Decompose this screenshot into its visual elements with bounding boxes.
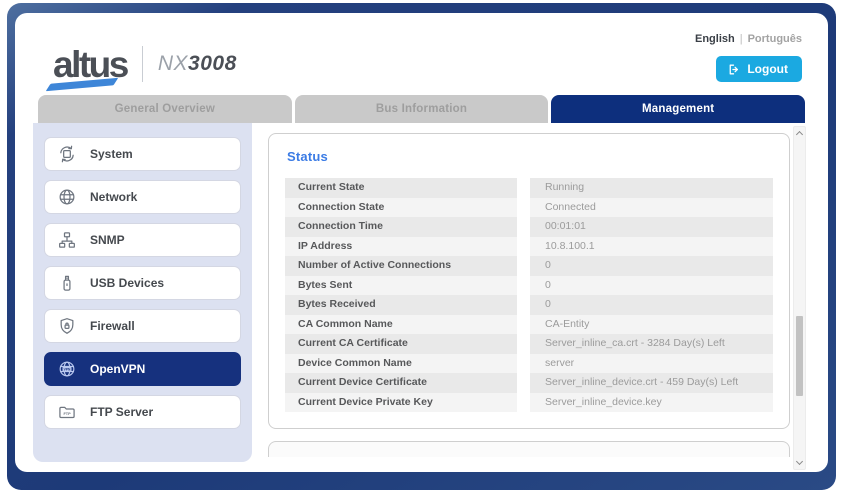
chip-refresh-icon xyxy=(57,144,77,164)
status-table: Current State Running Connection State C… xyxy=(285,178,773,412)
logout-icon xyxy=(727,63,740,76)
status-row-value: 0 xyxy=(530,276,773,296)
status-row-label: CA Common Name xyxy=(285,315,517,335)
status-row-device-common-name: Device Common Name server xyxy=(285,354,773,374)
tab-bus-information[interactable]: Bus Information xyxy=(295,95,549,123)
status-row-current-state: Current State Running xyxy=(285,178,773,198)
status-row-value: Server_inline_device.crt - 459 Day(s) Le… xyxy=(530,373,773,393)
status-row-label: Device Common Name xyxy=(285,354,517,374)
language-english-link[interactable]: English xyxy=(695,33,735,45)
scroll-down-arrow-icon[interactable] xyxy=(796,458,803,465)
usb-drive-icon xyxy=(57,273,77,293)
sidebar-item-firewall[interactable]: Firewall xyxy=(44,309,241,343)
network-tree-icon xyxy=(57,230,77,250)
vpn-globe-icon: VPN xyxy=(57,359,77,379)
status-row-value: Connected xyxy=(530,198,773,218)
status-row-active-connections: Number of Active Connections 0 xyxy=(285,256,773,276)
content-body: System Network SNMP xyxy=(15,123,828,472)
sidebar-item-ftp-server[interactable]: FTP FTP Server xyxy=(44,395,241,429)
ftp-folder-icon: FTP xyxy=(57,402,77,422)
sidebar-item-openvpn[interactable]: VPN OpenVPN xyxy=(44,352,241,386)
logout-button[interactable]: Logout xyxy=(716,56,802,82)
status-row-label: Number of Active Connections xyxy=(285,256,517,276)
sidebar-item-snmp[interactable]: SNMP xyxy=(44,223,241,257)
status-row-label: Connection State xyxy=(285,198,517,218)
model-name: NX3008 xyxy=(158,52,237,76)
status-row-value: Running xyxy=(530,178,773,198)
status-row-label: Current State xyxy=(285,178,517,198)
altus-logo: altus NX3008 xyxy=(53,33,237,95)
sidebar-item-label: OpenVPN xyxy=(90,362,145,376)
tab-management[interactable]: Management xyxy=(551,95,805,123)
scroll-up-arrow-icon[interactable] xyxy=(796,131,803,138)
app-card: altus NX3008 English | Português xyxy=(15,13,828,472)
status-row-ca-common-name: CA Common Name CA-Entity xyxy=(285,315,773,335)
sidebar-item-label: SNMP xyxy=(90,233,125,247)
status-row-label: Current Device Certificate xyxy=(285,373,517,393)
tab-general-overview[interactable]: General Overview xyxy=(38,95,292,123)
status-row-value: CA-Entity xyxy=(530,315,773,335)
status-row-value: server xyxy=(530,354,773,374)
status-row-connection-state: Connection State Connected xyxy=(285,198,773,218)
language-portuguese-link[interactable]: Português xyxy=(748,33,802,45)
status-row-label: IP Address xyxy=(285,237,517,257)
status-panel-title: Status xyxy=(287,149,773,164)
logout-label: Logout xyxy=(747,62,788,76)
shield-lock-icon xyxy=(57,316,77,336)
status-row-value: 00:01:01 xyxy=(530,217,773,237)
header: altus NX3008 English | Português xyxy=(15,13,828,95)
status-row-label: Bytes Sent xyxy=(285,276,517,296)
status-row-device-certificate: Current Device Certificate Server_inline… xyxy=(285,373,773,393)
ftp-badge-text: FTP xyxy=(63,412,71,416)
status-row-value: 0 xyxy=(530,256,773,276)
sidebar-item-label: System xyxy=(90,147,133,161)
sidebar: System Network SNMP xyxy=(33,123,252,462)
language-switcher: English | Português xyxy=(695,33,802,45)
model-number: 3008 xyxy=(188,52,237,75)
logo-divider xyxy=(142,46,143,82)
sidebar-item-label: FTP Server xyxy=(90,405,153,419)
sidebar-item-network[interactable]: Network xyxy=(44,180,241,214)
status-row-label: Connection Time xyxy=(285,217,517,237)
tab-bar: General Overview Bus Information Managem… xyxy=(15,95,828,123)
header-right: English | Português Logout xyxy=(695,25,802,95)
sidebar-item-usb-devices[interactable]: USB Devices xyxy=(44,266,241,300)
vpn-badge-text: VPN xyxy=(64,367,71,371)
status-row-device-private-key: Current Device Private Key Server_inline… xyxy=(285,393,773,413)
status-row-label: Bytes Received xyxy=(285,295,517,315)
globe-icon xyxy=(57,187,77,207)
main-content: Status Current State Running Connection … xyxy=(252,123,828,472)
model-prefix: NX xyxy=(158,52,188,75)
language-separator: | xyxy=(740,33,743,45)
status-row-label: Current CA Certificate xyxy=(285,334,517,354)
sidebar-item-label: USB Devices xyxy=(90,276,164,290)
vertical-scrollbar[interactable] xyxy=(793,126,806,470)
brand-text: altus xyxy=(53,46,127,83)
status-row-ca-certificate: Current CA Certificate Server_inline_ca.… xyxy=(285,334,773,354)
status-row-label: Current Device Private Key xyxy=(285,393,517,413)
scrollbar-thumb[interactable] xyxy=(796,316,803,396)
status-row-connection-time: Connection Time 00:01:01 xyxy=(285,217,773,237)
status-row-ip-address: IP Address 10.8.100.1 xyxy=(285,237,773,257)
sidebar-item-label: Network xyxy=(90,190,137,204)
status-row-value: Server_inline_ca.crt - 3284 Day(s) Left xyxy=(530,334,773,354)
sidebar-item-label: Firewall xyxy=(90,319,135,333)
status-row-bytes-received: Bytes Received 0 xyxy=(285,295,773,315)
sidebar-item-system[interactable]: System xyxy=(44,137,241,171)
status-panel: Status Current State Running Connection … xyxy=(268,133,790,429)
status-row-value: 0 xyxy=(530,295,773,315)
status-row-value: 10.8.100.1 xyxy=(530,237,773,257)
brand-wordmark: altus xyxy=(53,46,127,83)
status-row-value: Server_inline_device.key xyxy=(530,393,773,413)
status-row-bytes-sent: Bytes Sent 0 xyxy=(285,276,773,296)
next-panel-partial xyxy=(268,441,790,457)
app-frame: altus NX3008 English | Português xyxy=(7,3,836,490)
